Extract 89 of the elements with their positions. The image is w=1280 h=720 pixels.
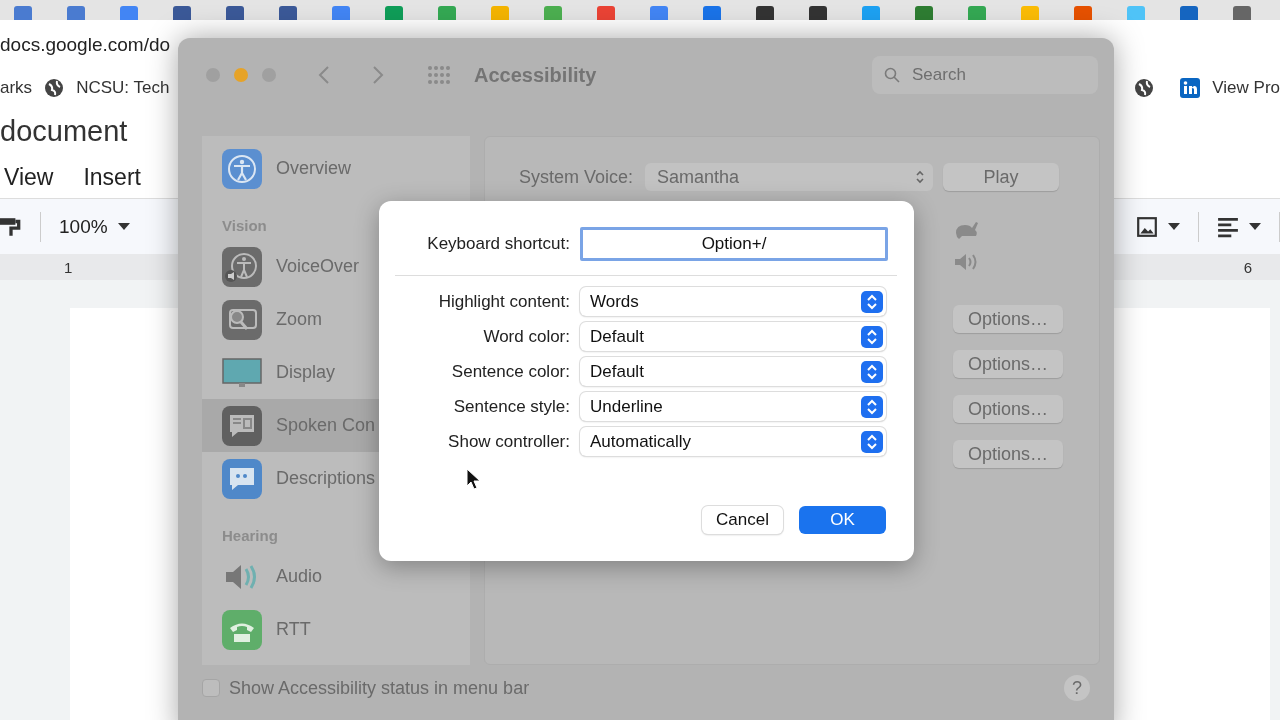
stepper-icon <box>861 360 883 383</box>
grid-icon[interactable] <box>426 65 452 85</box>
favicon-icon[interactable] <box>1127 6 1145 20</box>
caret-icon[interactable] <box>1249 222 1261 231</box>
menu-item[interactable]: Insert <box>83 163 141 191</box>
cancel-button[interactable]: Cancel <box>702 506 783 534</box>
sidebar-item[interactable]: RTT <box>202 603 470 656</box>
favicon-icon[interactable] <box>14 6 32 20</box>
popup-menu[interactable]: Default <box>580 322 886 351</box>
globe-icon <box>1134 78 1155 98</box>
speech-bubble-icon <box>222 405 262 446</box>
favicon-icon[interactable] <box>332 6 350 20</box>
favicon-icon[interactable] <box>1180 6 1198 20</box>
zoom-select[interactable]: 100% <box>59 215 108 238</box>
field-label: Keyboard shortcut: <box>426 234 570 254</box>
options-button[interactable]: Options… <box>953 440 1063 468</box>
checkbox[interactable] <box>202 679 220 697</box>
sidebar-item[interactable]: Audio <box>202 550 470 603</box>
field-label: Word color: <box>482 326 570 347</box>
speech-bubble-icon <box>222 458 262 499</box>
ok-button[interactable]: OK <box>799 506 886 534</box>
address-text[interactable]: docs.google.com/do <box>0 34 171 56</box>
favicon-icon[interactable] <box>1074 6 1092 20</box>
caret-icon[interactable] <box>117 222 130 231</box>
voiceover-icon <box>222 246 262 287</box>
popup-menu[interactable]: Underline <box>580 392 886 421</box>
checkbox-label[interactable]: Show Accessibility status in menu bar <box>229 677 530 699</box>
help-button[interactable]: ? <box>1064 675 1090 701</box>
minimize-icon[interactable] <box>234 68 248 82</box>
phone-icon <box>222 609 262 650</box>
forward-icon[interactable] <box>372 65 384 85</box>
popup-menu[interactable]: Automatically <box>580 427 886 456</box>
favicon-icon[interactable] <box>67 6 85 20</box>
favicon-icon[interactable] <box>756 6 774 20</box>
popup-menu[interactable]: Default <box>580 357 886 386</box>
bookmark[interactable]: arks <box>0 78 33 98</box>
paint-roller-icon[interactable] <box>0 215 22 238</box>
favicon-icon[interactable] <box>226 6 244 20</box>
globe-icon <box>44 78 65 98</box>
favicon-icon[interactable] <box>385 6 403 20</box>
favicon-icon[interactable] <box>279 6 297 20</box>
linkedin-icon <box>1180 78 1201 98</box>
search-icon <box>884 67 900 83</box>
options-button[interactable]: Options… <box>953 350 1063 378</box>
favicon-icon[interactable] <box>968 6 986 20</box>
stepper-icon <box>915 169 926 185</box>
stepper-icon <box>861 395 883 418</box>
favicon-icon[interactable] <box>491 6 509 20</box>
speaker-icon <box>953 251 979 273</box>
favicon-icon[interactable] <box>544 6 562 20</box>
stepper-icon <box>861 325 883 348</box>
back-icon[interactable] <box>318 65 330 85</box>
voice-popup[interactable]: Samantha <box>645 163 934 191</box>
document-title: document <box>0 114 128 148</box>
stepper-icon <box>861 430 883 453</box>
window-title: Accessibility <box>474 63 597 87</box>
options-button[interactable]: Options… <box>953 305 1063 333</box>
bookmark[interactable]: View Pro <box>1212 78 1280 98</box>
favicon-icon[interactable] <box>173 6 191 20</box>
field-label: Highlight content: <box>437 291 570 312</box>
favicon-icon[interactable] <box>915 6 933 20</box>
favicon-icon[interactable] <box>650 6 668 20</box>
sidebar-item[interactable]: Overview <box>202 142 470 195</box>
options-button[interactable]: Options… <box>953 395 1063 423</box>
favicon-icon[interactable] <box>1021 6 1039 20</box>
favicon-icon[interactable] <box>438 6 456 20</box>
shortcut-field[interactable]: Option+/ <box>580 227 888 261</box>
magnifier-icon <box>222 299 262 340</box>
favicon-icon[interactable] <box>597 6 615 20</box>
cursor-icon <box>466 468 480 490</box>
field-label: Sentence color: <box>450 361 570 382</box>
favicon-icon[interactable] <box>1233 6 1251 20</box>
search-field[interactable]: Search <box>872 56 1098 94</box>
play-button[interactable]: Play <box>943 163 1060 191</box>
ruler-number: 6 <box>1243 258 1252 276</box>
bookmark[interactable]: NCSU: Tech <box>76 78 170 98</box>
image-icon[interactable] <box>1136 215 1158 238</box>
stepper-icon <box>861 290 883 313</box>
favicon-icon[interactable] <box>862 6 880 20</box>
favicon-icon[interactable] <box>120 6 138 20</box>
popup-menu[interactable]: Words <box>580 287 886 316</box>
favicon-icon[interactable] <box>703 6 721 20</box>
favicon-icon[interactable] <box>809 6 827 20</box>
caret-icon[interactable] <box>1168 222 1180 231</box>
align-left-icon[interactable] <box>1217 215 1239 238</box>
menu-item[interactable]: View <box>4 163 54 191</box>
ruler-number: 1 <box>64 258 73 276</box>
accessibility-icon <box>222 148 262 189</box>
field-label: System Voice: <box>519 166 634 188</box>
